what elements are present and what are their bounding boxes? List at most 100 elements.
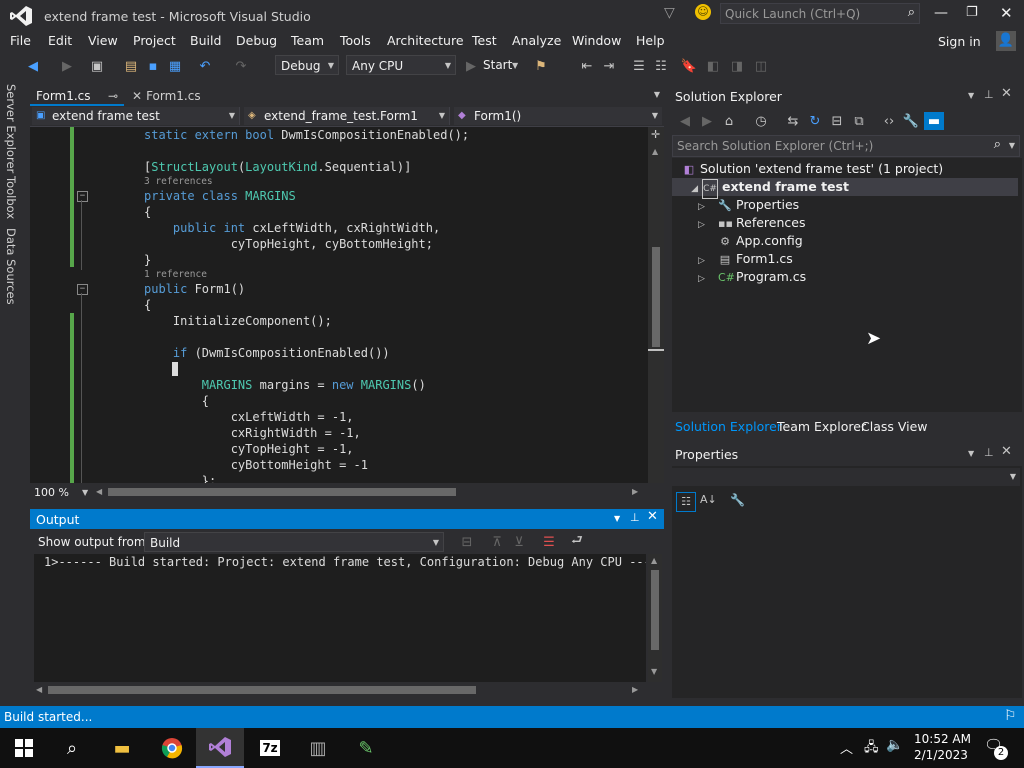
back-icon[interactable]: ◀ [676, 112, 694, 130]
menu-help[interactable]: Help [636, 33, 665, 48]
start-play-icon[interactable]: ▶ [462, 57, 480, 75]
output-source-dropdown[interactable]: Build ▼ [144, 532, 444, 552]
menu-team[interactable]: Team [291, 33, 324, 48]
collapse-all-icon[interactable]: ⊟ [828, 112, 846, 130]
bookmark-icon[interactable]: 🔖 [680, 57, 698, 75]
tab-form1-cs[interactable]: Form1.cs ⊸ [30, 86, 124, 106]
window-position-dropdown-icon[interactable]: ▼ [968, 449, 974, 458]
menu-analyze[interactable]: Analyze [512, 33, 561, 48]
visual-studio-taskbar-icon[interactable] [196, 728, 244, 768]
editor-vertical-scrollbar[interactable]: ✛ ▲ [648, 127, 664, 483]
show-hidden-icons-chevron-icon[interactable]: ︿ [840, 738, 853, 757]
uncomment-lines-icon[interactable]: ☷ [652, 57, 670, 75]
solution-search-input[interactable]: Search Solution Explorer (Ctrl+;) [677, 139, 873, 153]
quick-launch-input[interactable]: Quick Launch (Ctrl+Q) [725, 7, 860, 21]
save-all-icon[interactable]: ▦ [166, 57, 184, 75]
solution-configuration-dropdown[interactable]: Debug ▼ [275, 55, 339, 75]
scroll-up-arrow-icon[interactable]: ▲ [652, 147, 658, 156]
network-icon[interactable]: 🖧 [864, 738, 879, 760]
tab-overflow-dropdown-icon[interactable]: ▼ [654, 90, 660, 99]
tree-item-properties[interactable]: ▷ 🔧 Properties [698, 196, 799, 214]
filter-icon[interactable]: ▽ [664, 5, 675, 21]
tree-item-solution[interactable]: ◧ Solution 'extend frame test' (1 project… [682, 160, 943, 178]
collapsed-arrow-icon[interactable]: ▷ [698, 216, 718, 234]
open-file-icon[interactable]: ▤ [122, 57, 140, 75]
tree-item-app-config[interactable]: ⚙ App.config [718, 232, 803, 250]
pin-icon[interactable]: ⊥ [630, 511, 640, 524]
output-text-area[interactable]: 1>------ Build started: Project: extend … [34, 554, 646, 682]
menu-architecture[interactable]: Architecture [387, 33, 464, 48]
close-window-button[interactable]: ✕ [1000, 4, 1013, 22]
pin-icon[interactable]: ⊥ [984, 446, 994, 459]
properties-wrench-icon[interactable]: 🔧 [902, 112, 920, 130]
forward-icon[interactable]: ▶ [698, 112, 716, 130]
notifications-icon[interactable]: ⚐ [1004, 708, 1017, 724]
expanded-arrow-icon[interactable]: ◢ [672, 180, 698, 198]
show-all-files-icon[interactable]: ⧉ [850, 112, 868, 130]
close-tab-icon[interactable]: ✕ [132, 89, 142, 103]
scroll-right-arrow-icon[interactable]: ▶ [632, 487, 638, 496]
solution-explorer-search[interactable]: Search Solution Explorer (Ctrl+;) ⌕ ▼ [672, 135, 1020, 157]
alphabetical-view-icon[interactable]: A↓ [700, 493, 717, 506]
browser-link-icon[interactable]: ⚑ [532, 57, 550, 75]
new-project-icon[interactable]: ▣ [88, 57, 106, 75]
chevron-down-icon[interactable]: ▼ [1009, 141, 1015, 150]
codelens-references[interactable]: 1 reference [144, 269, 207, 280]
scroll-down-arrow-icon[interactable]: ▼ [651, 667, 657, 676]
windows-start-icon[interactable] [0, 728, 48, 768]
search-icon[interactable]: ⌕ [908, 5, 915, 20]
tab-solution-explorer[interactable]: Solution Explorer [675, 419, 782, 434]
redo-icon[interactable]: ↷ [232, 57, 250, 75]
comment-lines-icon[interactable]: ☰ [630, 57, 648, 75]
next-message-icon[interactable]: ⊻ [510, 533, 528, 551]
code-editor[interactable]: − − static extern bool DwmIsCompositionE… [30, 127, 648, 483]
toggle-word-wrap-icon[interactable]: ⮐ [568, 533, 586, 551]
save-icon[interactable]: ▪ [144, 57, 162, 75]
clear-bookmarks-icon[interactable]: ◫ [752, 57, 770, 75]
pin-icon[interactable]: ⊸ [108, 86, 118, 106]
object-selector-dropdown[interactable]: ▼ [672, 468, 1020, 486]
chevron-down-icon[interactable]: ▼ [82, 488, 88, 497]
output-horizontal-scrollbar[interactable]: ◀ ▶ [34, 682, 646, 698]
menu-edit[interactable]: Edit [48, 33, 72, 48]
scroll-thumb[interactable] [651, 570, 659, 650]
horizontal-scroll-thumb[interactable] [48, 686, 476, 694]
clear-all-icon[interactable]: ☰ [540, 533, 558, 551]
notepad-plus-plus-icon[interactable]: ✎ [342, 728, 390, 768]
step-into-icon[interactable]: ⇤ [578, 57, 596, 75]
collapsed-arrow-icon[interactable]: ▷ [698, 270, 718, 288]
close-pane-icon[interactable]: ✕ [1001, 444, 1012, 459]
zoom-level[interactable]: 100 % [34, 486, 69, 499]
undo-icon[interactable]: ↶ [196, 57, 214, 75]
find-message-icon[interactable]: ⊟ [458, 533, 476, 551]
toolbox-tab[interactable]: Toolbox [4, 176, 18, 219]
home-icon[interactable]: ⌂ [720, 112, 738, 130]
clock-date[interactable]: 2/1/2023 [914, 748, 968, 762]
menu-build[interactable]: Build [190, 33, 221, 48]
pin-icon[interactable]: ⊥ [984, 88, 994, 101]
categorized-view-icon[interactable]: ☷ [676, 492, 696, 512]
navigate-forward-icon[interactable]: ▶ [58, 57, 76, 75]
codelens-references[interactable]: 3 references [144, 176, 213, 187]
seven-zip-icon[interactable]: 7z [246, 728, 294, 768]
class-dropdown[interactable]: ◈ extend_frame_test.Form1 ▼ [244, 107, 450, 125]
tree-item-program-cs[interactable]: ▷ C#Program.cs [698, 268, 806, 286]
tree-item-project[interactable]: ◢ C# extend frame test [672, 178, 1018, 199]
window-position-dropdown-icon[interactable]: ▼ [968, 91, 974, 100]
server-explorer-tab[interactable]: Server Explorer [4, 84, 18, 173]
feedback-smiley-icon[interactable]: ☺ [695, 4, 711, 20]
sync-with-document-icon[interactable]: ⇆ [784, 112, 802, 130]
solution-platform-dropdown[interactable]: Any CPU ▼ [346, 55, 456, 75]
restore-button[interactable]: ❐ [966, 5, 978, 20]
property-pages-icon[interactable]: 🔧 [730, 493, 745, 507]
menu-tools[interactable]: Tools [340, 33, 371, 48]
close-pane-icon[interactable]: ✕ [647, 509, 658, 524]
chevron-down-icon[interactable]: ▼ [512, 61, 518, 70]
tree-item-form1-cs[interactable]: ▷ ▤ Form1.cs [698, 250, 793, 268]
window-position-dropdown-icon[interactable]: ▼ [614, 514, 620, 523]
account-avatar-icon[interactable]: 👤 [996, 31, 1016, 51]
sign-in-link[interactable]: Sign in [938, 34, 981, 49]
next-bookmark-icon[interactable]: ◨ [728, 57, 746, 75]
tab-class-view[interactable]: Class View [861, 419, 928, 434]
tab-form1-design[interactable]: ✕Form1.cs [Design] [126, 86, 260, 123]
